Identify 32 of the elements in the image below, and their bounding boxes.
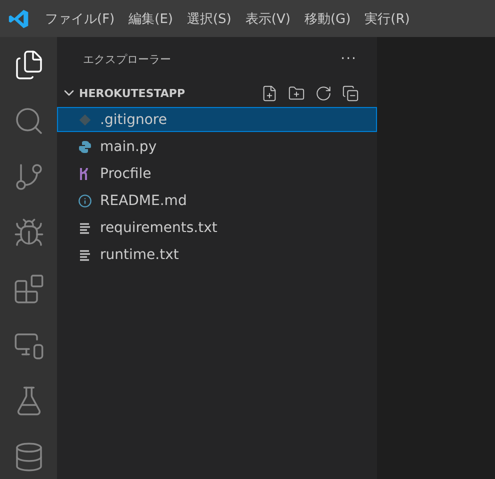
- python-icon: [78, 140, 92, 154]
- text-lines-icon: [78, 248, 92, 262]
- refresh-icon[interactable]: [315, 84, 332, 102]
- menu-item[interactable]: 選択(S): [180, 10, 238, 28]
- file-name: .gitignore: [100, 112, 167, 128]
- folder-title[interactable]: HEROKUTESTAPP: [79, 86, 261, 100]
- info-icon: [78, 194, 92, 208]
- file-row[interactable]: README.md: [57, 188, 377, 213]
- text-lines-icon: [78, 220, 92, 234]
- new-file-icon[interactable]: [261, 84, 278, 102]
- more-actions-button[interactable]: ···: [340, 51, 357, 67]
- file-row[interactable]: main.py: [57, 134, 377, 159]
- file-name: main.py: [100, 138, 157, 154]
- file-name: requirements.txt: [100, 220, 218, 236]
- file-name: Procfile: [100, 166, 152, 182]
- menu-item[interactable]: 移動(G): [297, 10, 358, 28]
- menu-item[interactable]: ファイル(F): [38, 10, 122, 28]
- file-row[interactable]: runtime.txt: [57, 242, 377, 267]
- extensions-icon[interactable]: [12, 273, 44, 305]
- menu-item[interactable]: 表示(V): [238, 10, 298, 28]
- app-logo-icon: [8, 8, 30, 30]
- file-name: runtime.txt: [100, 246, 179, 262]
- debug-icon[interactable]: [12, 217, 44, 249]
- file-row[interactable]: Procfile: [57, 161, 377, 186]
- sidebar-title: エクスプローラー: [83, 52, 171, 66]
- new-folder-icon[interactable]: [288, 84, 305, 102]
- collapse-icon[interactable]: [342, 84, 359, 102]
- menu-item[interactable]: 実行(R): [358, 10, 417, 28]
- file-name: README.md: [100, 192, 187, 208]
- file-row[interactable]: requirements.txt: [57, 215, 377, 240]
- menu-item[interactable]: 編集(E): [122, 10, 180, 28]
- file-row[interactable]: .gitignore: [57, 107, 377, 132]
